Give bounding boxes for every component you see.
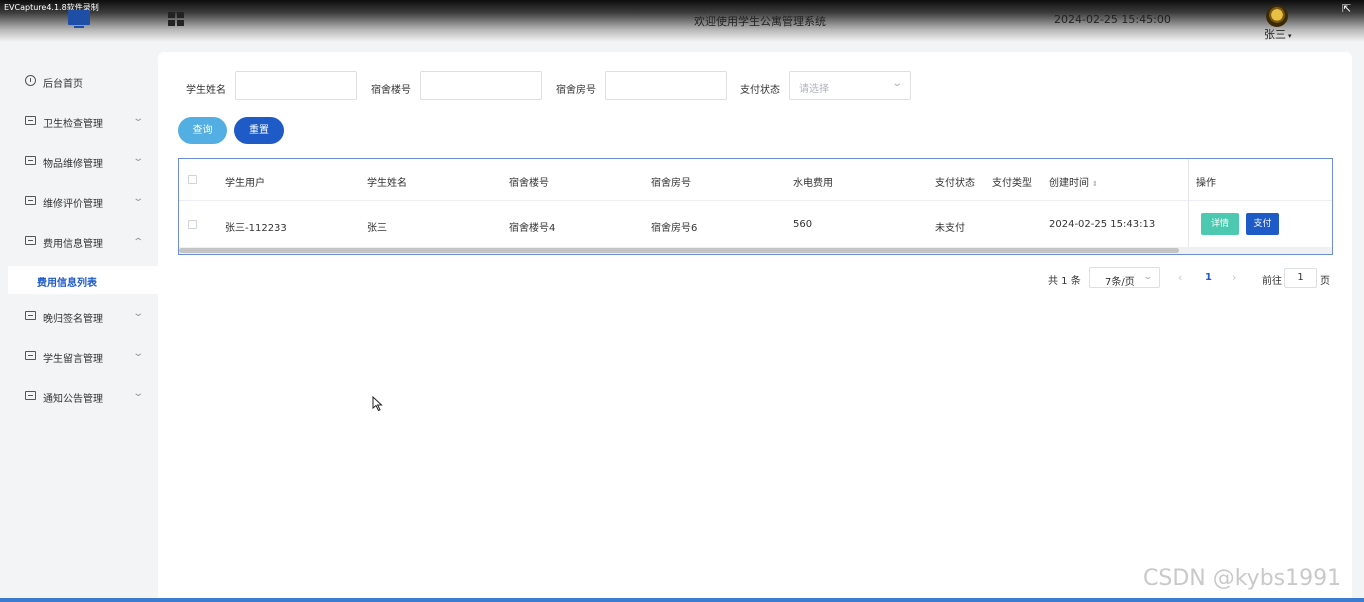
monitor-logo-icon <box>68 10 90 30</box>
column-header-sortable[interactable]: 创建时间 ⇕ <box>1049 174 1098 189</box>
sidebar-item-hygiene[interactable]: 卫生检查管理 ⌄ <box>0 106 158 136</box>
sidebar-item-label: 通知公告管理 <box>43 394 103 405</box>
chevron-down-icon: ⌄ <box>132 388 145 399</box>
row-checkbox[interactable] <box>188 220 197 229</box>
card-icon <box>25 116 36 125</box>
select-all-checkbox[interactable] <box>188 175 197 184</box>
room-label: 宿舍房号 <box>556 85 596 96</box>
table-cell: 560 <box>793 219 813 230</box>
sidebar-item-label: 学生留言管理 <box>43 354 103 365</box>
caret-down-icon: ▾ <box>1288 32 1292 40</box>
column-header: 支付状态 <box>935 178 975 189</box>
sidebar-item-label: 维修评价管理 <box>43 199 103 210</box>
divider <box>179 200 1332 201</box>
card-icon <box>25 196 36 205</box>
table-cell: 宿舍楼号4 <box>509 223 556 234</box>
card-icon <box>25 351 36 360</box>
sidebar-item-fees[interactable]: 费用信息管理 ⌃ <box>0 226 158 256</box>
sidebar-item-label: 物品维修管理 <box>43 159 103 170</box>
sidebar-item-repair[interactable]: 物品维修管理 ⌄ <box>0 146 158 176</box>
reset-button[interactable]: 重置 <box>234 117 284 144</box>
table-cell: 2024-02-25 15:43:13 <box>1049 219 1156 230</box>
clock-icon <box>25 75 36 86</box>
user-name: 张三 <box>1264 28 1286 41</box>
pagination-total: 共 1 条 <box>1048 276 1081 287</box>
page-size-select[interactable]: 7条/页 ⌄ <box>1089 267 1160 288</box>
goto-page-input[interactable]: 1 <box>1284 268 1317 288</box>
chevron-down-icon: ⌄ <box>132 348 145 359</box>
chevron-up-icon: ⌃ <box>132 237 145 248</box>
chevron-down-icon: ⌄ <box>132 193 145 204</box>
next-page-icon[interactable]: › <box>1232 271 1236 284</box>
sidebar-subitem-fee-list[interactable]: 费用信息列表 <box>8 266 158 294</box>
horizontal-scrollbar[interactable] <box>179 247 1332 254</box>
building-input[interactable] <box>420 71 542 100</box>
prev-page-icon[interactable]: ‹ <box>1178 271 1182 284</box>
exit-fullscreen-icon[interactable]: ⇱ <box>1342 2 1351 15</box>
scrollbar-thumb[interactable] <box>179 248 1179 253</box>
sidebar-item-notices[interactable]: 通知公告管理 ⌄ <box>0 381 158 411</box>
table-cell: 未支付 <box>935 223 965 234</box>
card-icon <box>25 236 36 245</box>
current-datetime: 2024-02-25 15:45:00 <box>1054 13 1171 26</box>
column-header: 学生用户 <box>225 178 265 189</box>
mouse-cursor-icon <box>372 396 383 412</box>
top-bar: EVCapture4.1.8软件录制 欢迎使用学生公寓管理系统 2024-02-… <box>0 0 1364 42</box>
divider <box>1188 159 1189 247</box>
sidebar-item-label: 后台首页 <box>43 79 83 90</box>
sidebar-item-dashboard[interactable]: 后台首页 <box>0 66 158 96</box>
column-header: 水电费用 <box>793 178 833 189</box>
building-label: 宿舍楼号 <box>371 85 411 96</box>
chevron-down-icon: ⌄ <box>132 153 145 164</box>
column-header: 宿舍房号 <box>651 178 691 189</box>
page-size-value: 7条/页 <box>1105 277 1135 288</box>
pay-status-placeholder: 请选择 <box>799 84 829 95</box>
sidebar: 后台首页 卫生检查管理 ⌄ 物品维修管理 ⌄ 维修评价管理 ⌄ 费用信息管理 ⌃… <box>0 42 158 602</box>
card-icon <box>25 156 36 165</box>
student-name-input[interactable] <box>235 71 357 100</box>
sidebar-item-messages[interactable]: 学生留言管理 ⌄ <box>0 341 158 371</box>
pay-status-select[interactable]: 请选择 ⌄ <box>789 71 911 100</box>
room-input[interactable] <box>605 71 727 100</box>
query-button[interactable]: 查询 <box>178 117 227 144</box>
sidebar-item-label: 费用信息管理 <box>43 239 103 250</box>
sort-icon[interactable]: ⇕ <box>1092 180 1098 188</box>
chevron-down-icon: ⌄ <box>1142 272 1154 282</box>
chevron-down-icon: ⌄ <box>132 113 145 124</box>
sidebar-item-late-return[interactable]: 晚归签名管理 ⌄ <box>0 301 158 331</box>
page-number-current[interactable]: 1 <box>1205 272 1212 283</box>
column-header: 学生姓名 <box>367 178 407 189</box>
column-header: 操作 <box>1196 178 1216 189</box>
bottom-bar <box>0 598 1364 602</box>
main-panel: 学生姓名 宿舍楼号 宿舍房号 支付状态 请选择 ⌄ 查询 重置 学生用户 学生姓… <box>158 52 1352 602</box>
column-header-label: 创建时间 <box>1049 178 1089 189</box>
sidebar-item-label: 晚归签名管理 <box>43 314 103 325</box>
sidebar-item-label: 卫生检查管理 <box>43 119 103 130</box>
chevron-down-icon: ⌄ <box>890 78 903 89</box>
card-icon <box>25 311 36 320</box>
card-icon <box>25 391 36 400</box>
user-menu[interactable]: 张三 ▾ <box>1264 26 1292 42</box>
avatar[interactable] <box>1266 5 1288 27</box>
student-name-label: 学生姓名 <box>186 85 226 96</box>
column-header: 支付类型 <box>992 178 1032 189</box>
pay-button[interactable]: 支付 <box>1246 213 1279 235</box>
sidebar-subitem-label: 费用信息列表 <box>37 278 97 289</box>
goto-label: 前往 <box>1262 276 1282 287</box>
menu-toggle-icon[interactable] <box>168 12 184 26</box>
sidebar-item-repair-review[interactable]: 维修评价管理 ⌄ <box>0 186 158 216</box>
table-cell: 张三-112233 <box>225 223 287 234</box>
goto-unit: 页 <box>1320 276 1330 287</box>
watermark: CSDN @kybs1991 <box>1143 566 1342 591</box>
system-title: 欢迎使用学生公寓管理系统 <box>694 15 826 28</box>
column-header: 宿舍楼号 <box>509 178 549 189</box>
fee-table: 学生用户 学生姓名 宿舍楼号 宿舍房号 水电费用 支付状态 支付类型 创建时间 ⇕… <box>178 158 1333 255</box>
pay-status-label: 支付状态 <box>740 85 780 96</box>
table-cell: 宿舍房号6 <box>651 223 698 234</box>
detail-button[interactable]: 详情 <box>1201 213 1239 235</box>
chevron-down-icon: ⌄ <box>132 308 145 319</box>
table-cell: 张三 <box>367 223 387 234</box>
